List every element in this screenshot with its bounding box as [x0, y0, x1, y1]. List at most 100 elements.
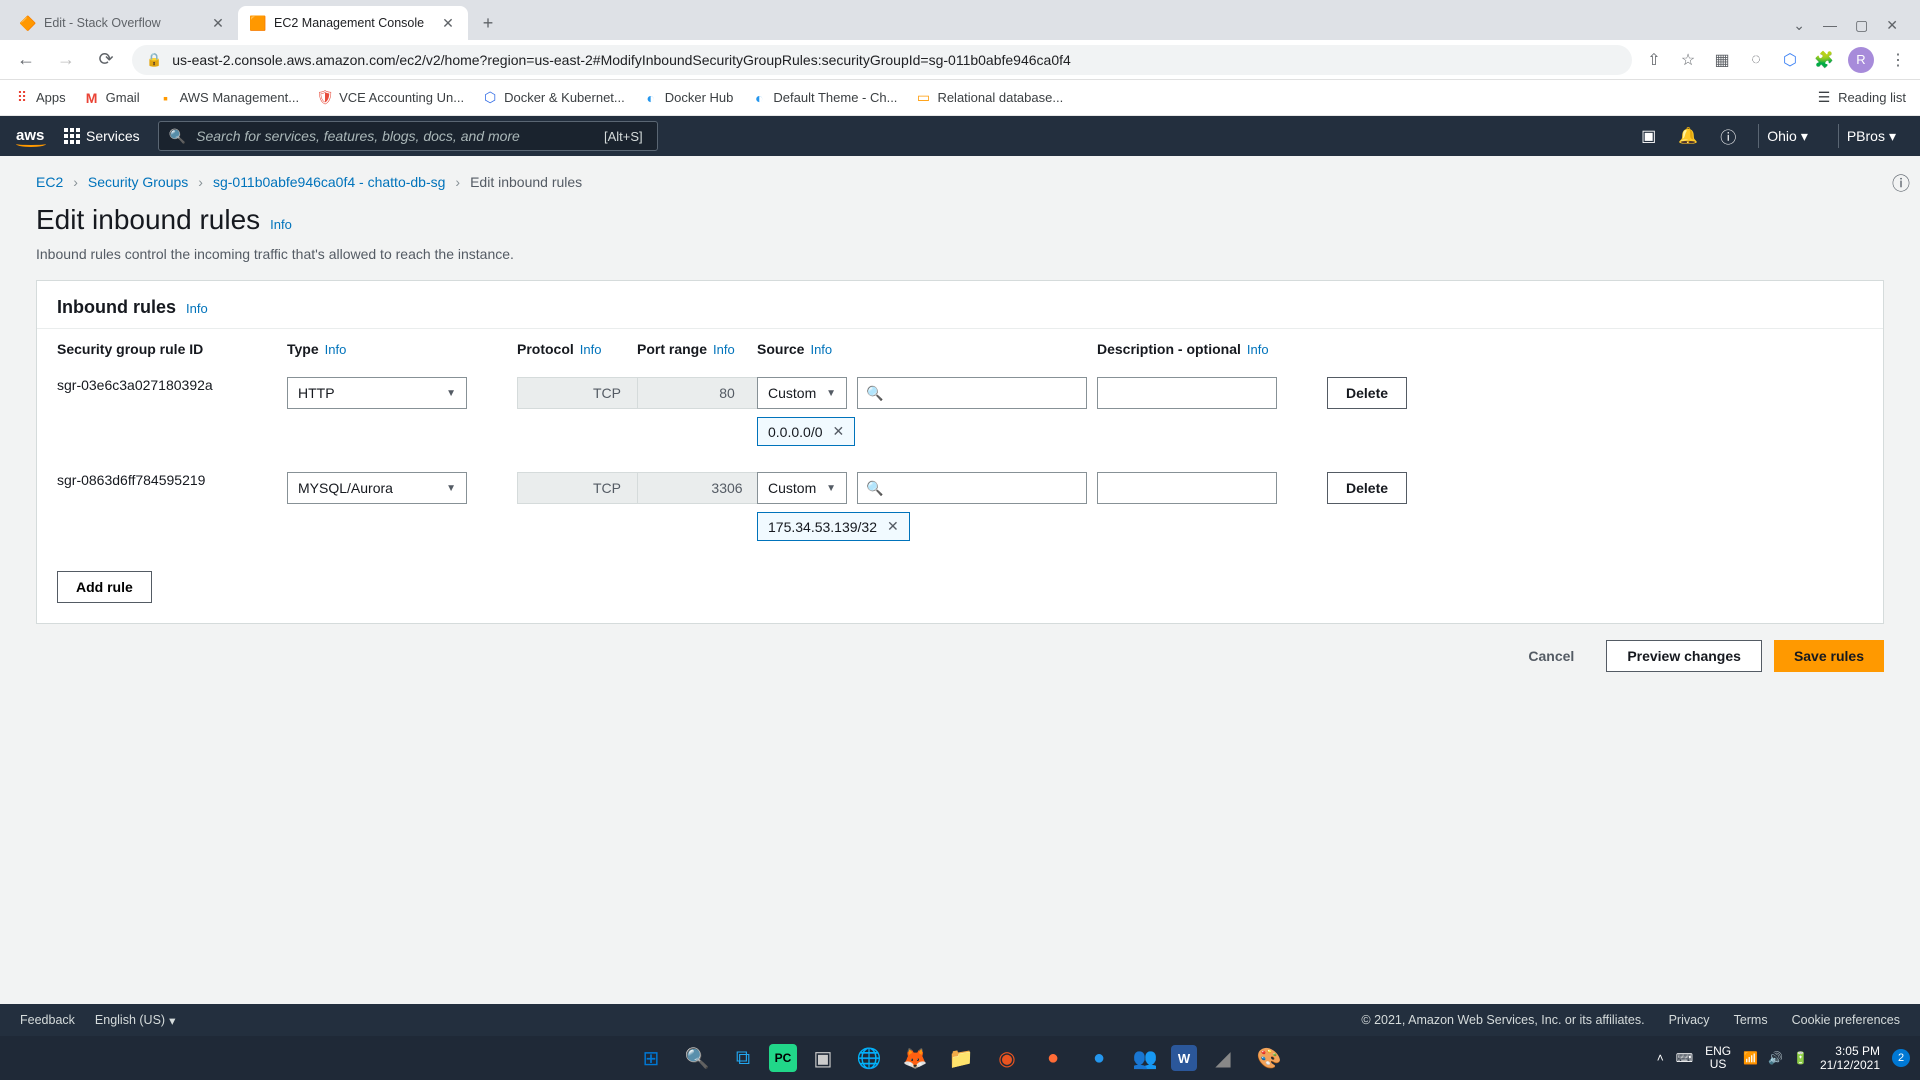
info-panel-icon[interactable]: ⓘ: [1892, 170, 1910, 196]
source-mode-select[interactable]: Custom ▼: [757, 377, 847, 409]
feedback-link[interactable]: Feedback: [20, 1013, 75, 1027]
tray-icons[interactable]: 📶 🔊 🔋: [1743, 1051, 1808, 1065]
account-selector[interactable]: PBros▾: [1838, 124, 1904, 148]
cancel-button[interactable]: Cancel: [1508, 640, 1594, 672]
privacy-link[interactable]: Privacy: [1669, 1013, 1710, 1027]
cookie-link[interactable]: Cookie preferences: [1792, 1013, 1900, 1027]
extension-icon[interactable]: ⬡: [1780, 50, 1800, 70]
info-link[interactable]: Info: [325, 342, 347, 357]
extension-icon[interactable]: ◌: [1746, 50, 1766, 70]
type-select[interactable]: MYSQL/Aurora ▼: [287, 472, 467, 504]
col-source: Source Info: [757, 341, 1087, 357]
breadcrumb-ec2[interactable]: EC2: [36, 174, 63, 190]
remove-chip-icon[interactable]: ✕: [887, 518, 899, 535]
explorer-icon[interactable]: 📁: [941, 1038, 981, 1078]
figma-icon[interactable]: 🎨: [1249, 1038, 1289, 1078]
delete-button[interactable]: Delete: [1327, 377, 1407, 409]
teams-icon[interactable]: 👥: [1125, 1038, 1165, 1078]
ubuntu-icon[interactable]: ◉: [987, 1038, 1027, 1078]
source-mode-select[interactable]: Custom ▼: [757, 472, 847, 504]
info-link[interactable]: Info: [186, 301, 208, 316]
start-button[interactable]: ⊞: [631, 1038, 671, 1078]
postman-icon[interactable]: ●: [1033, 1038, 1073, 1078]
vscode-icon[interactable]: ⧉: [723, 1038, 763, 1078]
bookmark-reading-list[interactable]: ☰Reading list: [1816, 90, 1906, 106]
pycharm-icon[interactable]: PC: [769, 1044, 797, 1072]
col-port: Port range Info: [637, 341, 747, 357]
menu-icon[interactable]: ⋮: [1888, 50, 1908, 70]
new-tab-button[interactable]: +: [474, 9, 502, 37]
cloudshell-icon[interactable]: ▣: [1641, 126, 1656, 146]
save-button[interactable]: Save rules: [1774, 640, 1884, 672]
chevron-down-icon[interactable]: ⌄: [1793, 17, 1805, 34]
language-indicator[interactable]: US: [1705, 1058, 1731, 1071]
terms-link[interactable]: Terms: [1734, 1013, 1768, 1027]
extension-icon[interactable]: ▦: [1712, 50, 1732, 70]
close-window-icon[interactable]: ✕: [1886, 17, 1898, 34]
search-icon[interactable]: 🔍: [677, 1038, 717, 1078]
info-link[interactable]: Info: [580, 342, 602, 357]
info-link[interactable]: Info: [713, 342, 735, 357]
delete-button[interactable]: Delete: [1327, 472, 1407, 504]
breadcrumb-security-groups[interactable]: Security Groups: [88, 174, 188, 190]
forward-button[interactable]: →: [52, 46, 80, 74]
inbound-rules-panel: Inbound rules Info Security group rule I…: [36, 280, 1884, 624]
maximize-icon[interactable]: ▢: [1855, 17, 1868, 34]
aws-footer: Feedback English (US)▾ © 2021, Amazon We…: [0, 1004, 1920, 1036]
language-selector[interactable]: English (US)▾: [95, 1013, 175, 1028]
bookmark-docker-kube[interactable]: ⬡Docker & Kubernet...: [482, 90, 625, 106]
preview-button[interactable]: Preview changes: [1606, 640, 1762, 672]
keyboard-icon[interactable]: ⌨: [1676, 1051, 1693, 1065]
search-box[interactable]: 🔍 [Alt+S]: [158, 121, 658, 151]
info-link[interactable]: Info: [270, 217, 292, 232]
clock[interactable]: 3:05 PM 21/12/2021: [1820, 1044, 1880, 1073]
close-icon[interactable]: ✕: [440, 15, 456, 31]
back-button[interactable]: ←: [12, 46, 40, 74]
remove-chip-icon[interactable]: ✕: [833, 423, 845, 440]
services-button[interactable]: Services: [64, 128, 140, 144]
notification-badge[interactable]: 2: [1892, 1049, 1910, 1067]
docker-icon[interactable]: ●: [1079, 1038, 1119, 1078]
taskbar: ⊞ 🔍 ⧉ PC ▣ 🌐 🦊 📁 ◉ ● ● 👥 W ◢ 🎨 ˄ ⌨ ENG U…: [0, 1036, 1920, 1080]
type-select[interactable]: HTTP ▼: [287, 377, 467, 409]
profile-avatar[interactable]: R: [1848, 47, 1874, 73]
add-rule-button[interactable]: Add rule: [57, 571, 152, 603]
main-content: ⓘ EC2 › Security Groups › sg-011b0abfe94…: [0, 156, 1920, 688]
minimize-icon[interactable]: —: [1823, 17, 1837, 34]
extensions-icon[interactable]: 🧩: [1814, 50, 1834, 70]
bookmark-aws[interactable]: ▪AWS Management...: [158, 90, 299, 106]
aws-logo[interactable]: aws: [16, 126, 46, 147]
bookmark-gmail[interactable]: MGmail: [84, 90, 140, 106]
search-input[interactable]: [196, 128, 594, 144]
region-selector[interactable]: Ohio▾: [1758, 124, 1816, 148]
info-link[interactable]: Info: [1247, 342, 1269, 357]
bookmark-relational-db[interactable]: ▭Relational database...: [915, 90, 1063, 106]
bookmark-apps[interactable]: ⠿Apps: [14, 90, 66, 106]
tray-chevron-icon[interactable]: ˄: [1657, 1051, 1664, 1065]
share-icon[interactable]: ⇧: [1644, 50, 1664, 70]
bookmark-vce[interactable]: 🛡VCE Accounting Un...: [317, 90, 464, 106]
bookmark-dockerhub[interactable]: ◐Docker Hub: [643, 90, 734, 106]
source-search-input[interactable]: 🔍: [857, 377, 1087, 409]
star-icon[interactable]: ☆: [1678, 50, 1698, 70]
app-icon[interactable]: ◢: [1203, 1038, 1243, 1078]
help-icon[interactable]: ⓘ: [1720, 124, 1736, 148]
chevron-right-icon: ›: [198, 174, 203, 190]
url-input[interactable]: 🔒 us-east-2.console.aws.amazon.com/ec2/v…: [132, 45, 1632, 75]
terminal-icon[interactable]: ▣: [803, 1038, 843, 1078]
close-icon[interactable]: ✕: [210, 15, 226, 31]
word-icon[interactable]: W: [1171, 1045, 1197, 1071]
description-input[interactable]: [1097, 472, 1277, 504]
chrome-icon[interactable]: 🌐: [849, 1038, 889, 1078]
tab-active[interactable]: 🟧 EC2 Management Console ✕: [238, 6, 468, 40]
bookmark-default-theme[interactable]: ◐Default Theme - Ch...: [751, 90, 897, 106]
rule-id: sgr-0863d6ff784595219: [57, 472, 277, 488]
firefox-icon[interactable]: 🦊: [895, 1038, 935, 1078]
tab-inactive[interactable]: 🔶 Edit - Stack Overflow ✕: [8, 6, 238, 40]
bell-icon[interactable]: 🔔: [1678, 126, 1698, 146]
breadcrumb-sgid[interactable]: sg-011b0abfe946ca0f4 - chatto-db-sg: [213, 174, 445, 190]
reload-button[interactable]: ⟳: [92, 46, 120, 74]
source-search-input[interactable]: 🔍: [857, 472, 1087, 504]
info-link[interactable]: Info: [810, 342, 832, 357]
description-input[interactable]: [1097, 377, 1277, 409]
